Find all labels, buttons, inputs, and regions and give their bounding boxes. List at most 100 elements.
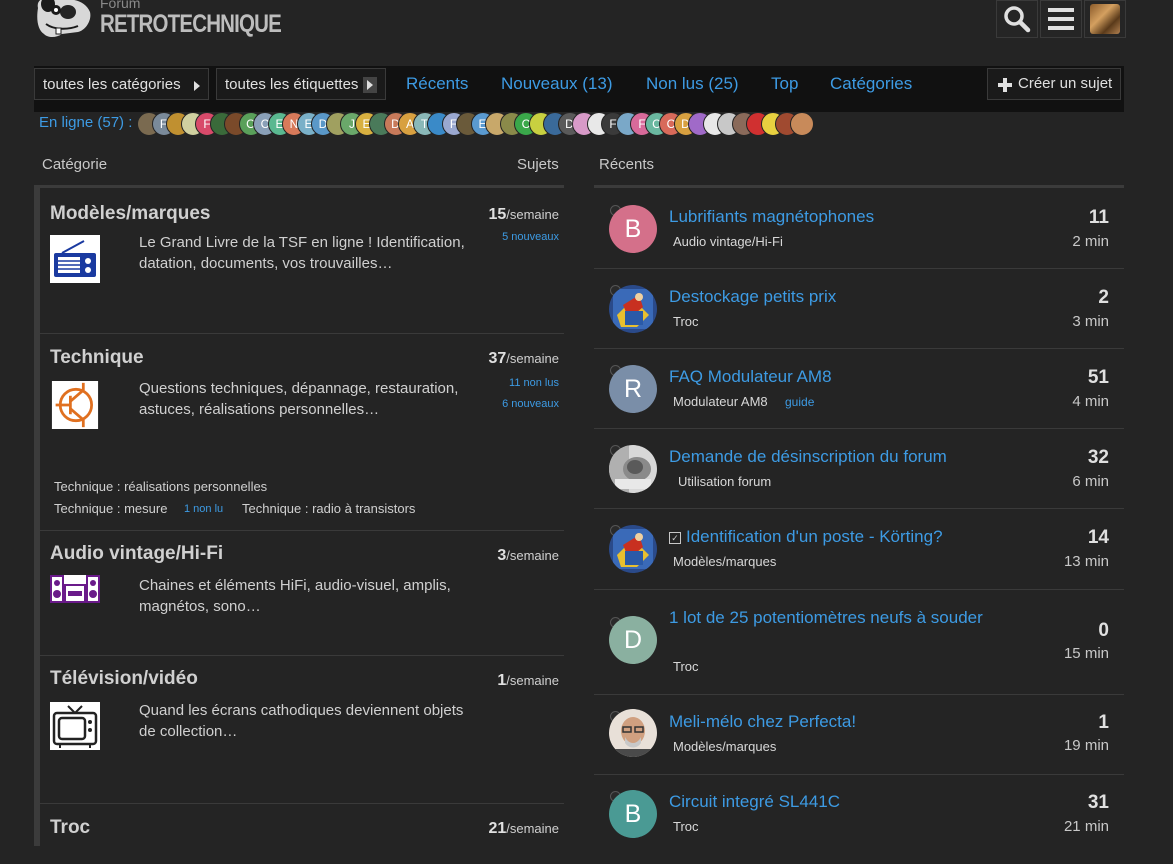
logo-site-name: RETROTECHNIQUE — [100, 10, 282, 38]
hamburger-icon — [1048, 8, 1074, 30]
topic-tag[interactable]: guide — [785, 395, 814, 409]
poster-avatar[interactable] — [609, 445, 657, 493]
poster-avatar[interactable]: D — [609, 616, 657, 664]
reply-count: 32 — [1087, 447, 1109, 468]
reply-count: 1 — [1098, 712, 1109, 733]
subcategory-link[interactable]: Technique : mesure — [54, 501, 167, 516]
poster-avatar[interactable]: B — [609, 790, 657, 838]
poster-avatar[interactable] — [609, 285, 657, 333]
poster-avatar[interactable] — [609, 525, 657, 573]
topic-category[interactable]: Troc — [673, 314, 699, 329]
user-menu-button[interactable] — [1084, 0, 1126, 38]
category-row-audio[interactable]: Audio vintage/Hi-Fi Chaines et éléments … — [40, 531, 564, 656]
tab-unread[interactable]: Non lus (25) — [646, 74, 739, 94]
category-description: Le Grand Livre de la TSF en ligne ! Iden… — [139, 234, 465, 272]
category-row-troc[interactable]: Troc 21/semaine — [40, 804, 564, 864]
topic-row[interactable]: R FAQ Modulateur AM8 Modulateur AM8 guid… — [594, 349, 1124, 429]
categories-dropdown-label: toutes les catégories — [43, 76, 181, 93]
poster-avatar[interactable]: B — [609, 205, 657, 253]
poster-avatar[interactable] — [609, 709, 657, 757]
tab-top[interactable]: Top — [771, 74, 798, 94]
topic-title[interactable]: Circuit integré SL441C — [669, 792, 840, 812]
reply-count: 51 — [1087, 367, 1109, 388]
topic-title[interactable]: Demande de désinscription du forum — [669, 447, 947, 467]
menu-button[interactable] — [1040, 0, 1082, 38]
activity-time[interactable]: 21 min — [1064, 818, 1109, 835]
topic-title[interactable]: Meli-mélo chez Perfecta! — [669, 712, 856, 732]
topic-title[interactable]: 1 lot de 25 potentiomètres neufs à soude… — [669, 608, 983, 628]
category-name[interactable]: Technique — [50, 347, 144, 369]
category-topics-rate: 37/semaine — [488, 350, 559, 368]
tab-categories[interactable]: Catégories — [830, 74, 912, 94]
activity-time[interactable]: 4 min — [1072, 393, 1109, 410]
transistor-icon — [51, 381, 99, 429]
topic-title[interactable]: Identification d'un poste - Körting? — [686, 527, 943, 546]
category-row-technique[interactable]: Technique Questions techniques, dépannag… — [40, 334, 564, 531]
subcategory-unread-badge[interactable]: 1 non lu — [184, 503, 223, 515]
category-topics-rate: 21/semaine — [488, 820, 559, 838]
activity-time[interactable]: 6 min — [1072, 473, 1109, 490]
category-new-badge[interactable]: 6 nouveaux — [502, 398, 559, 410]
subcategory-link[interactable]: Technique : radio à transistors — [242, 501, 415, 516]
online-users-link[interactable]: En ligne (57) : — [39, 114, 132, 131]
user-avatar — [1090, 4, 1120, 34]
category-description: Quand les écrans cathodiques deviennent … — [139, 702, 464, 740]
topic-row[interactable]: Demande de désinscription du forum Utili… — [594, 429, 1124, 509]
rate-value: 1 — [497, 672, 507, 689]
tags-dropdown-label: toutes les étiquettes — [225, 76, 359, 93]
tags-dropdown[interactable]: toutes les étiquettes — [216, 68, 386, 100]
activity-time[interactable]: 19 min — [1064, 737, 1109, 754]
topic-row[interactable]: D 1 lot de 25 potentiomètres neufs à sou… — [594, 590, 1124, 695]
activity-time[interactable]: 3 min — [1072, 313, 1109, 330]
comic-avatar-image — [609, 285, 657, 333]
rate-unit: /semaine — [506, 207, 559, 222]
topic-category[interactable]: Troc — [673, 819, 699, 834]
rate-unit: /semaine — [506, 351, 559, 366]
topic-title[interactable]: Destockage petits prix — [669, 287, 836, 307]
topic-category[interactable]: Audio vintage/Hi-Fi — [673, 234, 783, 249]
topic-category[interactable]: Modèles/marques — [673, 739, 776, 754]
topic-category[interactable]: Modèles/marques — [673, 554, 776, 569]
subcategory-link[interactable]: Technique : réalisations personnelles — [54, 479, 267, 494]
category-new-badge[interactable]: 5 nouveaux — [502, 231, 559, 243]
category-name[interactable]: Audio vintage/Hi-Fi — [50, 543, 223, 565]
topic-row[interactable]: Destockage petits prix Troc 2 3 min — [594, 269, 1124, 349]
topic-title[interactable]: FAQ Modulateur AM8 — [669, 367, 832, 387]
category-name[interactable]: Modèles/marques — [50, 203, 211, 225]
create-topic-button[interactable]: Créer un sujet — [987, 68, 1121, 100]
category-row-modeles[interactable]: Modèles/marques Le Grand Livre de la TSF… — [40, 188, 564, 334]
tab-latest[interactable]: Récents — [406, 74, 468, 94]
category-description: Questions techniques, dépannage, restaur… — [139, 380, 459, 418]
create-topic-label: Créer un sujet — [1018, 75, 1113, 92]
topic-category[interactable]: Modulateur AM8 — [673, 394, 768, 409]
site-logo[interactable]: Forum RETROTECHNIQUE — [34, 0, 282, 44]
topic-title[interactable]: Lubrifiants magnétophones — [669, 207, 874, 227]
rate-value: 21 — [488, 820, 507, 837]
topic-row[interactable]: B Lubrifiants magnétophones Audio vintag… — [594, 189, 1124, 269]
caret-right-icon — [363, 77, 377, 93]
activity-time[interactable]: 13 min — [1064, 553, 1109, 570]
photo-avatar-image — [609, 445, 657, 493]
topic-category[interactable]: Troc — [673, 659, 699, 674]
poster-avatar[interactable]: R — [609, 365, 657, 413]
category-row-television[interactable]: Télévision/vidéo Quand les écrans cathod… — [40, 656, 564, 804]
topic-category[interactable]: Utilisation forum — [678, 474, 771, 489]
caret-right-icon — [194, 81, 200, 91]
category-description: Chaines et éléments HiFi, audio-visuel, … — [139, 577, 451, 615]
category-unread-badge[interactable]: 11 non lus — [509, 377, 559, 389]
activity-time[interactable]: 2 min — [1072, 233, 1109, 250]
topic-row[interactable]: ✓ Identification d'un poste - Körting? Mo… — [594, 509, 1124, 590]
plus-icon — [998, 78, 1012, 92]
topic-row[interactable]: Meli-mélo chez Perfecta! Modèles/marques… — [594, 695, 1124, 775]
tab-new[interactable]: Nouveaux (13) — [501, 74, 613, 94]
categories-dropdown[interactable]: toutes les catégories — [34, 68, 209, 100]
search-icon — [1004, 6, 1031, 33]
online-user-avatar[interactable] — [789, 112, 814, 136]
category-name[interactable]: Télévision/vidéo — [50, 668, 198, 690]
radio-icon — [50, 235, 100, 283]
rate-unit: /semaine — [506, 548, 559, 563]
category-name[interactable]: Troc — [50, 817, 90, 839]
activity-time[interactable]: 15 min — [1064, 645, 1109, 662]
search-button[interactable] — [996, 0, 1038, 38]
topic-row[interactable]: B Circuit integré SL441C Troc 31 21 min — [594, 775, 1124, 846]
